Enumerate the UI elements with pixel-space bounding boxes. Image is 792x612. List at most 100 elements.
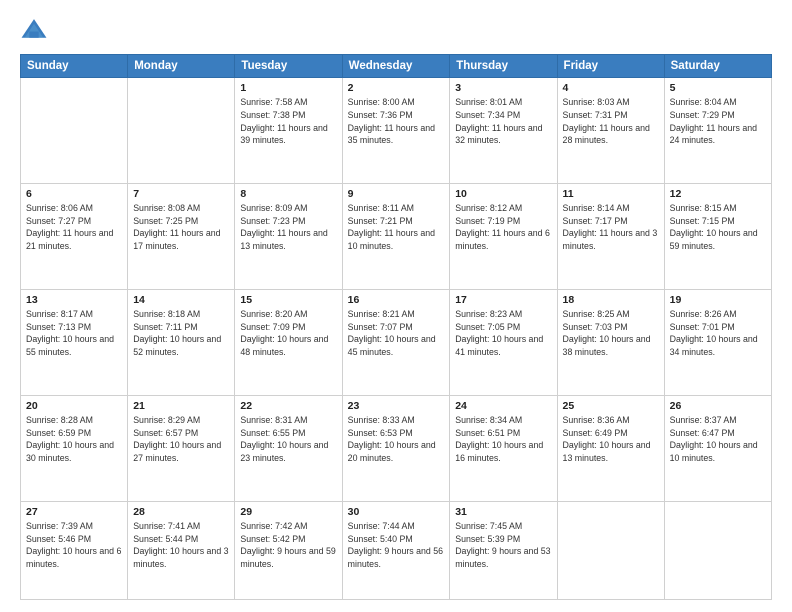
day-number: 10 [455, 188, 551, 200]
day-number: 13 [26, 294, 122, 306]
calendar-week-row: 1Sunrise: 7:58 AM Sunset: 7:38 PM Daylig… [21, 78, 772, 184]
calendar-cell: 16 Sunrise: 8:21 AM Sunset: 7:07 PM Dayli… [342, 289, 450, 395]
day-detail: Sunrise: 8:00 AM Sunset: 7:36 PM Dayligh… [348, 96, 445, 147]
day-number: 19 [670, 294, 766, 306]
day-detail: Sunrise: 8:26 AM Sunset: 7:01 PM Dayligh… [670, 308, 766, 359]
day-detail: Sunrise: 7:44 AM Sunset: 5:40 PM Dayligh… [348, 520, 445, 571]
calendar-cell [664, 501, 771, 599]
calendar-cell: 10 Sunrise: 8:12 AM Sunset: 7:19 PM Dayli… [450, 183, 557, 289]
calendar-cell [557, 501, 664, 599]
day-number: 18 [563, 294, 659, 306]
weekday-header-tuesday: Tuesday [235, 55, 342, 78]
calendar-cell: 18 Sunrise: 8:25 AM Sunset: 7:03 PM Dayli… [557, 289, 664, 395]
day-number: 4 [563, 82, 659, 94]
weekday-header-wednesday: Wednesday [342, 55, 450, 78]
day-number: 9 [348, 188, 445, 200]
day-detail: Sunrise: 8:18 AM Sunset: 7:11 PM Dayligh… [133, 308, 229, 359]
day-detail: Sunrise: 8:11 AM Sunset: 7:21 PM Dayligh… [348, 202, 445, 253]
calendar-week-row: 20 Sunrise: 8:28 AM Sunset: 6:59 PM Dayli… [21, 395, 772, 501]
calendar-table: SundayMondayTuesdayWednesdayThursdayFrid… [20, 54, 772, 600]
day-number: 26 [670, 400, 766, 412]
calendar-cell: 5 Sunrise: 8:04 AM Sunset: 7:29 PM Daylig… [664, 78, 771, 184]
page: SundayMondayTuesdayWednesdayThursdayFrid… [0, 0, 792, 612]
day-detail: Sunrise: 8:36 AM Sunset: 6:49 PM Dayligh… [563, 414, 659, 465]
calendar-cell: 13 Sunrise: 8:17 AM Sunset: 7:13 PM Dayli… [21, 289, 128, 395]
calendar-week-row: 6 Sunrise: 8:06 AM Sunset: 7:27 PM Daylig… [21, 183, 772, 289]
calendar-cell: 20 Sunrise: 8:28 AM Sunset: 6:59 PM Dayli… [21, 395, 128, 501]
day-detail: Sunrise: 7:39 AM Sunset: 5:46 PM Dayligh… [26, 520, 122, 571]
weekday-header-sunday: Sunday [21, 55, 128, 78]
day-detail: Sunrise: 8:01 AM Sunset: 7:34 PM Dayligh… [455, 96, 551, 147]
weekday-header-row: SundayMondayTuesdayWednesdayThursdayFrid… [21, 55, 772, 78]
calendar-cell: 21 Sunrise: 8:29 AM Sunset: 6:57 PM Dayli… [128, 395, 235, 501]
calendar-cell: 25Sunrise: 8:36 AM Sunset: 6:49 PM Dayli… [557, 395, 664, 501]
calendar-cell: 11 Sunrise: 8:14 AM Sunset: 7:17 PM Dayli… [557, 183, 664, 289]
weekday-header-monday: Monday [128, 55, 235, 78]
day-detail: Sunrise: 8:31 AM Sunset: 6:55 PM Dayligh… [240, 414, 336, 465]
weekday-header-saturday: Saturday [664, 55, 771, 78]
day-number: 3 [455, 82, 551, 94]
logo-icon [20, 16, 48, 44]
calendar-cell: 17Sunrise: 8:23 AM Sunset: 7:05 PM Dayli… [450, 289, 557, 395]
calendar-cell [128, 78, 235, 184]
calendar-cell: 31Sunrise: 7:45 AM Sunset: 5:39 PM Dayli… [450, 501, 557, 599]
weekday-header-thursday: Thursday [450, 55, 557, 78]
day-detail: Sunrise: 8:17 AM Sunset: 7:13 PM Dayligh… [26, 308, 122, 359]
day-number: 15 [240, 294, 336, 306]
day-detail: Sunrise: 8:25 AM Sunset: 7:03 PM Dayligh… [563, 308, 659, 359]
day-number: 16 [348, 294, 445, 306]
day-detail: Sunrise: 8:20 AM Sunset: 7:09 PM Dayligh… [240, 308, 336, 359]
day-detail: Sunrise: 8:21 AM Sunset: 7:07 PM Dayligh… [348, 308, 445, 359]
calendar-cell: 24 Sunrise: 8:34 AM Sunset: 6:51 PM Dayli… [450, 395, 557, 501]
day-number: 8 [240, 188, 336, 200]
calendar-cell: 15 Sunrise: 8:20 AM Sunset: 7:09 PM Dayli… [235, 289, 342, 395]
day-detail: Sunrise: 7:42 AM Sunset: 5:42 PM Dayligh… [240, 520, 336, 571]
calendar-cell: 23Sunrise: 8:33 AM Sunset: 6:53 PM Dayli… [342, 395, 450, 501]
day-number: 23 [348, 400, 445, 412]
day-number: 28 [133, 506, 229, 518]
day-number: 11 [563, 188, 659, 200]
calendar-cell [21, 78, 128, 184]
day-number: 27 [26, 506, 122, 518]
logo [20, 16, 52, 44]
day-number: 7 [133, 188, 229, 200]
day-number: 31 [455, 506, 551, 518]
calendar-cell: 6 Sunrise: 8:06 AM Sunset: 7:27 PM Daylig… [21, 183, 128, 289]
calendar-cell: 12 Sunrise: 8:15 AM Sunset: 7:15 PM Dayli… [664, 183, 771, 289]
day-detail: Sunrise: 8:06 AM Sunset: 7:27 PM Dayligh… [26, 202, 122, 253]
calendar-cell: 4Sunrise: 8:03 AM Sunset: 7:31 PM Daylig… [557, 78, 664, 184]
calendar-cell: 2Sunrise: 8:00 AM Sunset: 7:36 PM Daylig… [342, 78, 450, 184]
day-number: 24 [455, 400, 551, 412]
day-detail: Sunrise: 8:15 AM Sunset: 7:15 PM Dayligh… [670, 202, 766, 253]
day-detail: Sunrise: 8:04 AM Sunset: 7:29 PM Dayligh… [670, 96, 766, 147]
calendar-cell: 9 Sunrise: 8:11 AM Sunset: 7:21 PM Daylig… [342, 183, 450, 289]
calendar-week-row: 13 Sunrise: 8:17 AM Sunset: 7:13 PM Dayli… [21, 289, 772, 395]
day-number: 20 [26, 400, 122, 412]
calendar-cell: 14Sunrise: 8:18 AM Sunset: 7:11 PM Dayli… [128, 289, 235, 395]
calendar-cell: 27 Sunrise: 7:39 AM Sunset: 5:46 PM Dayli… [21, 501, 128, 599]
day-number: 5 [670, 82, 766, 94]
day-number: 6 [26, 188, 122, 200]
day-number: 21 [133, 400, 229, 412]
day-number: 29 [240, 506, 336, 518]
calendar-cell: 1Sunrise: 7:58 AM Sunset: 7:38 PM Daylig… [235, 78, 342, 184]
day-detail: Sunrise: 8:12 AM Sunset: 7:19 PM Dayligh… [455, 202, 551, 253]
day-number: 17 [455, 294, 551, 306]
day-detail: Sunrise: 7:58 AM Sunset: 7:38 PM Dayligh… [240, 96, 336, 147]
calendar-cell: 22 Sunrise: 8:31 AM Sunset: 6:55 PM Dayli… [235, 395, 342, 501]
day-number: 30 [348, 506, 445, 518]
day-detail: Sunrise: 8:14 AM Sunset: 7:17 PM Dayligh… [563, 202, 659, 253]
day-number: 22 [240, 400, 336, 412]
day-detail: Sunrise: 8:28 AM Sunset: 6:59 PM Dayligh… [26, 414, 122, 465]
header [20, 16, 772, 44]
calendar-cell: 26 Sunrise: 8:37 AM Sunset: 6:47 PM Dayli… [664, 395, 771, 501]
day-detail: Sunrise: 8:29 AM Sunset: 6:57 PM Dayligh… [133, 414, 229, 465]
day-detail: Sunrise: 8:37 AM Sunset: 6:47 PM Dayligh… [670, 414, 766, 465]
day-number: 12 [670, 188, 766, 200]
calendar-cell: 19 Sunrise: 8:26 AM Sunset: 7:01 PM Dayli… [664, 289, 771, 395]
day-detail: Sunrise: 8:34 AM Sunset: 6:51 PM Dayligh… [455, 414, 551, 465]
calendar-cell: 30 Sunrise: 7:44 AM Sunset: 5:40 PM Dayli… [342, 501, 450, 599]
day-detail: Sunrise: 8:08 AM Sunset: 7:25 PM Dayligh… [133, 202, 229, 253]
calendar-cell: 29 Sunrise: 7:42 AM Sunset: 5:42 PM Dayli… [235, 501, 342, 599]
calendar-cell: 28Sunrise: 7:41 AM Sunset: 5:44 PM Dayli… [128, 501, 235, 599]
